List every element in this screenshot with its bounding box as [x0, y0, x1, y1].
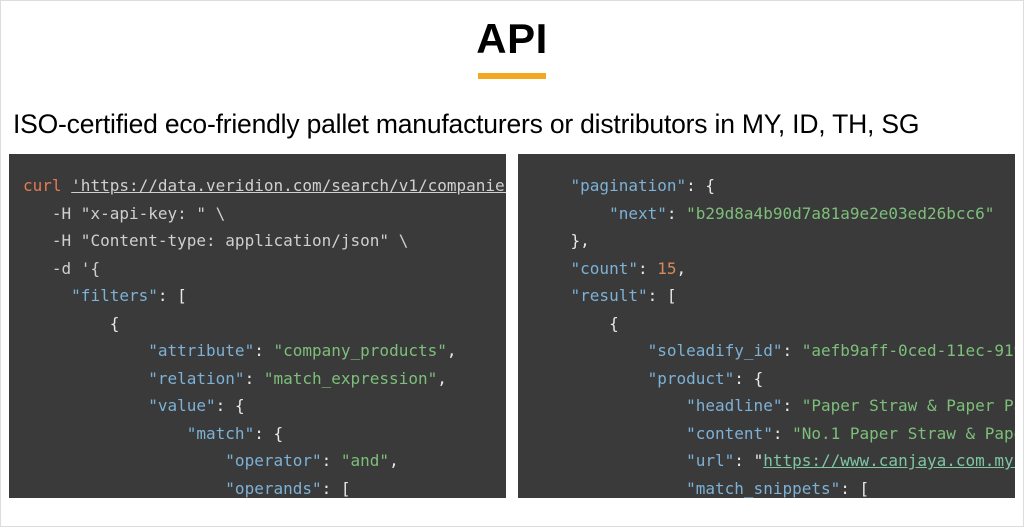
next-value: "b29d8a4b90d7a81a9e2e03ed26bcc6" [686, 204, 994, 223]
request-pane: curl 'https://data.veridion.com/search/v… [9, 154, 506, 498]
query-subtitle: ISO-certified eco-friendly pallet manufa… [1, 87, 1023, 154]
next-key: "next" [609, 204, 667, 223]
title-underline [478, 73, 546, 79]
attribute-value: "company_products" [273, 341, 446, 360]
soleadify-id-key: "soleadify_id" [648, 341, 783, 360]
request-url: 'https://data.veridion.com/search/v1/com… [71, 176, 506, 195]
code-panes: curl 'https://data.veridion.com/search/v… [1, 154, 1023, 498]
operator-value: "and" [341, 451, 389, 470]
operands-key: "operands" [225, 479, 321, 498]
page-title: API [1, 15, 1023, 63]
header-content-type: -H "Content-type: application/json" \ [52, 231, 408, 250]
count-key: "count" [571, 259, 638, 278]
match-snippets-key: "match_snippets" [686, 479, 840, 498]
soleadify-id-value: "aefb9aff-0ced-11ec-919d-8 [802, 341, 1015, 360]
response-code: "pagination": { "next": "b29d8a4b90d7a81… [532, 172, 1005, 498]
value-key: "value" [148, 396, 215, 415]
filters-key: "filters" [71, 286, 158, 305]
headline-key: "headline" [686, 396, 782, 415]
url-key: "url" [686, 451, 734, 470]
match-key: "match" [187, 424, 254, 443]
curl-command: curl [23, 176, 62, 195]
relation-value: "match_expression" [264, 369, 437, 388]
count-value: 15 [657, 259, 676, 278]
data-flag: -d '{ [52, 259, 100, 278]
attribute-key: "attribute" [148, 341, 254, 360]
page-header: API [1, 1, 1023, 87]
result-key: "result" [571, 286, 648, 305]
response-pane: "pagination": { "next": "b29d8a4b90d7a81… [518, 154, 1015, 498]
pagination-key: "pagination" [571, 176, 687, 195]
content-value: "No.1 Paper Straw & Paper P [792, 424, 1015, 443]
relation-key: "relation" [148, 369, 244, 388]
headline-value: "Paper Straw & Paper Packa [802, 396, 1015, 415]
url-value: https://www.canjaya.com.my/abo [763, 451, 1015, 470]
header-api-key: -H "x-api-key: " \ [52, 204, 225, 223]
request-code: curl 'https://data.veridion.com/search/v… [23, 172, 496, 498]
product-key: "product" [648, 369, 735, 388]
content-key: "content" [686, 424, 773, 443]
operator-key: "operator" [225, 451, 321, 470]
